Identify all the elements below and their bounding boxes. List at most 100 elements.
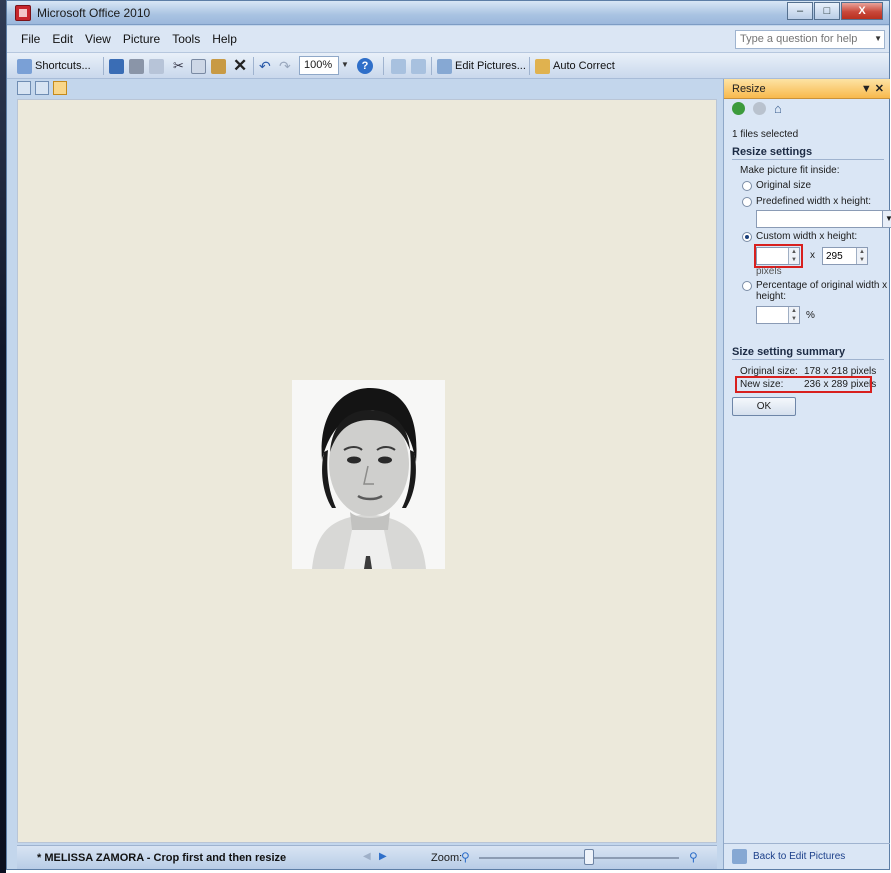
help-icon: ? [357, 58, 373, 74]
help-button[interactable]: ? [357, 57, 373, 75]
custom-height-input[interactable] [826, 249, 852, 263]
predefined-size-select[interactable]: ▼ [756, 210, 891, 228]
back-to-edit-pictures-link[interactable]: Back to Edit Pictures [732, 849, 845, 864]
section-divider [724, 843, 890, 844]
rotate-right-button[interactable] [411, 57, 426, 75]
toolbar-separator [253, 57, 254, 75]
help-dropdown-icon[interactable]: ▼ [874, 34, 882, 43]
redo-button[interactable]: ↷ [279, 57, 291, 75]
zoom-slider-thumb[interactable] [584, 849, 594, 865]
zoom-slider-track[interactable] [479, 857, 679, 859]
rotate-left-button[interactable] [391, 57, 406, 75]
portrait-photo-graphic [292, 380, 445, 569]
cut-button[interactable]: ✂ [173, 57, 184, 75]
thumbnail-view-button[interactable] [17, 81, 31, 95]
app-window: Microsoft Office 2010 – □ X File Edit Vi… [6, 0, 891, 870]
print-icon [129, 58, 144, 74]
filmstrip-view-button[interactable] [35, 81, 49, 95]
window-title: Microsoft Office 2010 [37, 6, 151, 20]
shortcuts-icon [17, 58, 32, 74]
toolbar-separator [103, 57, 104, 75]
delete-button[interactable]: ✕ [233, 56, 248, 75]
menu-picture[interactable]: Picture [123, 32, 160, 46]
print-button[interactable] [129, 57, 144, 75]
toolbar-separator [383, 57, 384, 75]
pane-close-icon[interactable]: ▼ ✕ [861, 82, 884, 95]
percentage-spinner[interactable]: ▲ ▼ [756, 306, 800, 324]
copy-button[interactable] [191, 57, 206, 75]
help-search-box[interactable]: ▼ [735, 30, 885, 49]
save-button[interactable] [109, 57, 124, 75]
shortcuts-label: Shortcuts... [35, 60, 91, 72]
portrait-photo[interactable] [292, 380, 445, 569]
back-arrow-icon[interactable] [732, 102, 745, 115]
edit-pictures-icon [437, 58, 452, 74]
rotate-right-icon [411, 58, 426, 74]
custom-height-spinner[interactable]: ▲▼ [822, 247, 868, 265]
menu-tools[interactable]: Tools [172, 32, 200, 46]
summary-heading: Size setting summary [732, 346, 846, 358]
email-icon [149, 58, 164, 74]
predefined-size-radio[interactable] [742, 197, 752, 207]
fit-inside-label: Make picture fit inside: [740, 165, 840, 176]
menu-help[interactable]: Help [212, 32, 237, 46]
percent-sign: % [806, 310, 815, 321]
forward-arrow-icon[interactable] [753, 102, 766, 115]
email-button[interactable] [149, 57, 164, 75]
picture-canvas [17, 99, 717, 843]
dimension-separator: x [810, 250, 815, 261]
undo-button[interactable]: ↶ [259, 57, 271, 75]
status-file-name: * MELISSA ZAMORA - Crop first and then r… [37, 852, 287, 864]
single-picture-view-button[interactable] [53, 81, 67, 95]
chevron-down-icon[interactable]: ▼ [882, 211, 891, 227]
menu-bar: File Edit View Picture Tools Help ▼ [7, 26, 889, 53]
resize-task-pane: Resize ▼ ✕ ⌂ 1 files selected Resize set… [723, 79, 891, 869]
zoom-in-icon[interactable]: ⚲ [689, 850, 698, 864]
standard-toolbar: Shortcuts... ✂ ✕ ↶ ↷ 100% ▼ ? Edit Pictu… [7, 53, 889, 79]
shortcuts-button[interactable]: Shortcuts... [17, 57, 91, 75]
help-search-input[interactable] [740, 31, 870, 47]
next-picture-icon[interactable]: ▶ [379, 851, 387, 862]
percentage-label-line2: height: [756, 291, 787, 302]
height-spin-arrows-icon[interactable]: ▲ ▼ [856, 248, 867, 264]
previous-picture-icon[interactable]: ◀ [363, 851, 371, 862]
menu-edit[interactable]: Edit [52, 32, 73, 46]
zoom-out-icon[interactable]: ⚲ [461, 850, 470, 864]
menu-view[interactable]: View [85, 32, 111, 46]
percentage-input[interactable] [760, 308, 786, 322]
percentage-radio[interactable] [742, 281, 752, 291]
original-size-label: Original size [756, 180, 812, 191]
copy-icon [191, 58, 206, 74]
custom-size-label: Custom width x height: [756, 231, 858, 242]
home-icon[interactable]: ⌂ [774, 101, 782, 116]
custom-size-radio[interactable] [742, 232, 752, 242]
zoom-combo[interactable]: 100% [299, 56, 339, 75]
paste-icon [211, 58, 226, 74]
save-icon [109, 58, 124, 74]
toolbar-separator [431, 57, 432, 75]
toolbar-separator [529, 57, 530, 75]
auto-correct-label: Auto Correct [553, 60, 615, 72]
pane-navigation: ⌂ [732, 101, 782, 116]
percentage-spin-arrows-icon[interactable]: ▲ ▼ [788, 307, 799, 323]
undo-icon: ↶ [259, 57, 271, 74]
close-button[interactable]: X [841, 2, 883, 20]
ok-button[interactable]: OK [732, 397, 796, 416]
resize-settings-heading: Resize settings [732, 146, 813, 158]
redo-icon: ↷ [279, 57, 291, 74]
maximize-button[interactable]: □ [814, 2, 840, 20]
minimize-button[interactable]: – [787, 2, 813, 20]
zoom-dropdown-icon[interactable]: ▼ [341, 56, 353, 75]
back-link-label: Back to Edit Pictures [753, 851, 846, 862]
rotate-left-icon [391, 58, 406, 74]
menu-file[interactable]: File [21, 32, 40, 46]
delete-icon: ✕ [233, 56, 248, 75]
edit-pictures-button[interactable]: Edit Pictures... [437, 57, 526, 75]
view-mode-strip [17, 81, 717, 99]
auto-correct-button[interactable]: Auto Correct [535, 57, 615, 75]
edit-pictures-label: Edit Pictures... [455, 60, 526, 72]
app-logo-icon [15, 5, 31, 21]
original-size-radio[interactable] [742, 181, 752, 191]
paste-button[interactable] [211, 57, 226, 75]
section-divider [732, 359, 884, 360]
